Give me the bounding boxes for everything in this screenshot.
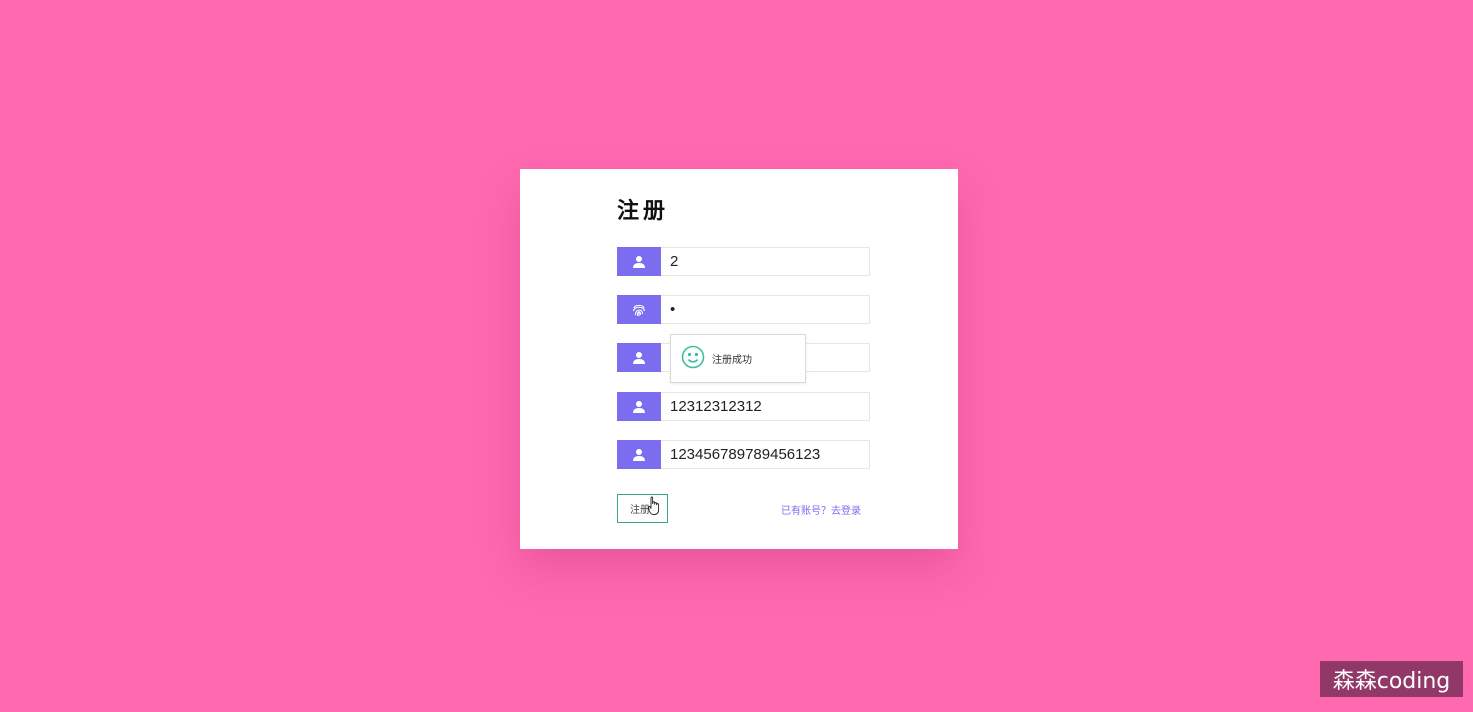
- username-field: [617, 247, 870, 276]
- register-button[interactable]: 注册: [617, 494, 668, 523]
- go-login-link[interactable]: 已有账号？去登录: [781, 502, 861, 517]
- id-number-field: [617, 440, 870, 469]
- phone-input[interactable]: [661, 392, 870, 421]
- watermark: 森森coding: [1320, 661, 1463, 697]
- id-number-input[interactable]: [661, 440, 870, 469]
- user-icon: [617, 392, 661, 421]
- password-field: [617, 295, 870, 324]
- password-input[interactable]: [661, 295, 870, 324]
- phone-field: [617, 392, 870, 421]
- toast-message: 注册成功: [712, 355, 752, 366]
- user-icon: [617, 247, 661, 276]
- page-background: 注册 2 • 12312312312 123456789789456123 注册…: [0, 0, 1473, 712]
- success-toast: 注册成功: [670, 334, 806, 383]
- page-title: 注册: [617, 199, 670, 224]
- hand-cursor-icon: [648, 496, 660, 520]
- smile-icon: [681, 345, 705, 373]
- user-icon: [617, 343, 661, 372]
- user-icon: [617, 440, 661, 469]
- username-input[interactable]: [661, 247, 870, 276]
- fingerprint-icon: [617, 295, 661, 324]
- register-card: 注册 2 • 12312312312 123456789789456123 注册…: [520, 169, 958, 549]
